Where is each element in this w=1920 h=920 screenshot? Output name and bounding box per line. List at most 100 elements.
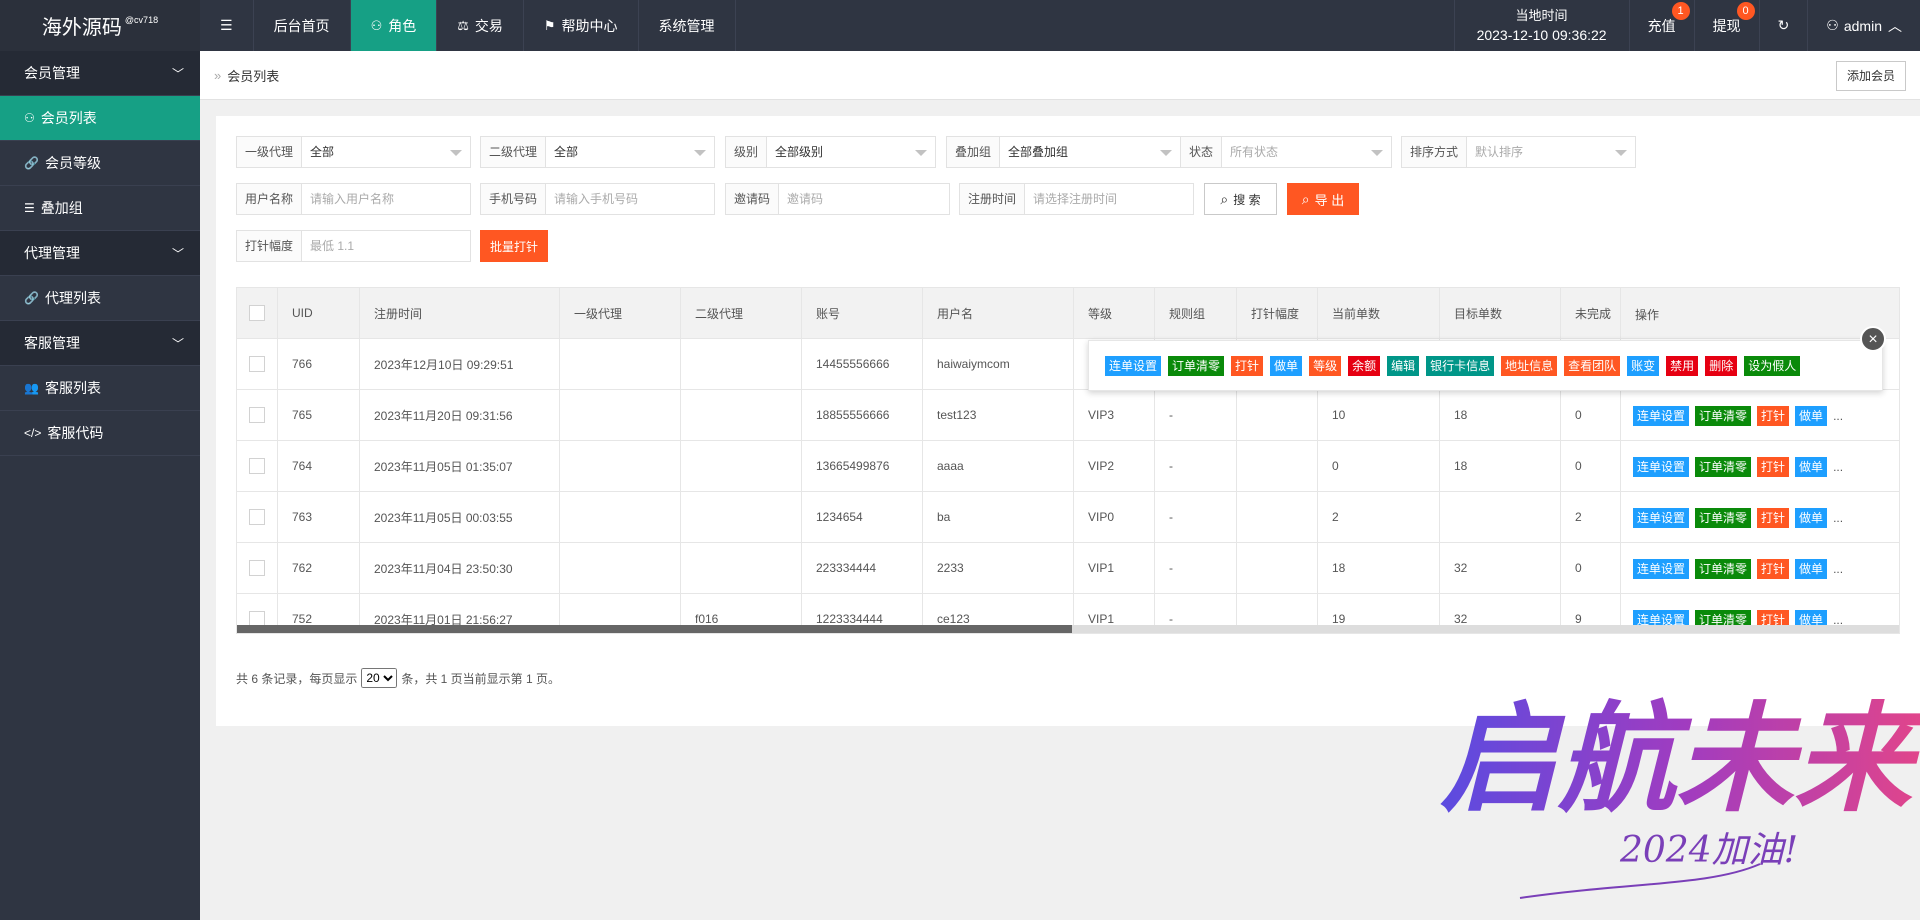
top-nav-home[interactable]: 后台首页 (254, 0, 351, 51)
watermark-main-text: 启航未来 (1440, 689, 1920, 828)
popup-op-button[interactable]: 余额 (1348, 356, 1381, 376)
popup-op-button[interactable]: 打针 (1231, 356, 1264, 376)
batch-needle-button[interactable]: 批量打针 (480, 230, 548, 262)
phone-input[interactable] (554, 184, 706, 214)
op-button[interactable]: 做单 (1795, 406, 1828, 426)
more-ops-button[interactable]: ... (1833, 409, 1843, 423)
recharge-button[interactable]: 充值 1 (1628, 0, 1694, 51)
op-button[interactable]: 订单清零 (1695, 406, 1752, 426)
sidebar-item-member-list[interactable]: ⚇ 会员列表 (0, 96, 200, 141)
popup-op-button[interactable]: 银行卡信息 (1426, 356, 1495, 376)
row-ops: 连单设置 订单清零 打针 做单... (1633, 508, 1843, 528)
add-member-button[interactable]: 添加会员 (1835, 61, 1906, 91)
header-username: 用户名 (923, 288, 1074, 338)
header-agent2: 二级代理 (681, 288, 802, 338)
popup-op-button[interactable]: 等级 (1309, 356, 1342, 376)
row-checkbox[interactable] (249, 458, 265, 474)
row-checkbox[interactable] (249, 356, 265, 372)
watermark-sub-text: 2024加油! (1619, 830, 1798, 871)
logo-sup: @cv718 (124, 14, 159, 25)
sidebar-group-member[interactable]: 会员管理 ﹀ (0, 51, 200, 96)
regtime-input[interactable] (1033, 184, 1185, 214)
op-button[interactable]: 做单 (1795, 508, 1828, 528)
popup-op-button[interactable]: 禁用 (1666, 356, 1699, 376)
username-input[interactable] (310, 184, 462, 214)
field-value: 全部叠加组 (1008, 145, 1069, 159)
op-button[interactable]: 连单设置 (1633, 406, 1690, 426)
popup-op-button[interactable]: 做单 (1270, 356, 1303, 376)
sidebar-group-label: 客服管理 (24, 335, 80, 351)
username-field: 用户名称 (236, 183, 471, 215)
popup-op-button[interactable]: 编辑 (1387, 356, 1420, 376)
row-checkbox[interactable] (249, 509, 265, 525)
header-regtime: 注册时间 (360, 288, 560, 338)
level-select[interactable]: 级别 全部级别 (725, 136, 936, 168)
field-label: 手机号码 (481, 184, 547, 214)
sort-select[interactable]: 排序方式 默认排序 (1401, 136, 1636, 168)
row-checkbox[interactable] (249, 560, 265, 576)
page-size-select[interactable]: 20 (361, 668, 398, 688)
sidebar-item-service-code[interactable]: </> 客服代码 (0, 411, 200, 456)
needle-input[interactable] (310, 231, 462, 261)
sidebar-group-agent[interactable]: 代理管理 ﹀ (0, 231, 200, 276)
op-button[interactable]: 连单设置 (1633, 508, 1690, 528)
popup-op-button[interactable]: 连单设置 (1105, 356, 1162, 376)
field-value: 全部级别 (775, 145, 824, 159)
more-ops-button[interactable]: ... (1833, 460, 1843, 474)
status-select[interactable]: 状态 所有状态 (1180, 136, 1392, 168)
popup-op-button[interactable]: 查看团队 (1564, 356, 1621, 376)
row-checkbox-cell (237, 543, 278, 593)
op-button[interactable]: 打针 (1757, 508, 1790, 528)
popup-op-button[interactable]: 订单清零 (1168, 356, 1225, 376)
row-checkbox-cell (237, 441, 278, 491)
op-button[interactable]: 连单设置 (1633, 457, 1690, 477)
more-ops-button[interactable]: ... (1833, 511, 1843, 525)
sidebar-item-service-list[interactable]: 👥 客服列表 (0, 366, 200, 411)
op-button[interactable]: 连单设置 (1633, 559, 1690, 579)
cell-uid: 765 (278, 390, 360, 440)
agent2-select[interactable]: 二级代理 全部 (480, 136, 715, 168)
popup-op-button[interactable]: 地址信息 (1501, 356, 1558, 376)
app-logo[interactable]: 海外源码 @cv718 (0, 0, 200, 51)
list-icon: ☰ (24, 201, 35, 215)
search-label: 搜 索 (1233, 192, 1261, 207)
refresh-button[interactable]: ↻ (1758, 0, 1808, 51)
cell-name: aaaa (923, 441, 1074, 491)
op-button[interactable]: 订单清零 (1695, 559, 1752, 579)
popup-op-button[interactable]: 设为假人 (1744, 356, 1801, 376)
agent1-select[interactable]: 一级代理 全部 (236, 136, 471, 168)
close-icon[interactable]: × (1860, 326, 1886, 352)
cell-a2 (681, 543, 802, 593)
sidebar-group-service[interactable]: 客服管理 ﹀ (0, 321, 200, 366)
op-button[interactable]: 订单清零 (1695, 457, 1752, 477)
popup-op-button[interactable]: 账变 (1627, 356, 1660, 376)
op-button[interactable]: 做单 (1795, 559, 1828, 579)
op-button[interactable]: 做单 (1795, 457, 1828, 477)
op-button[interactable]: 订单清零 (1695, 508, 1752, 528)
top-nav-trade[interactable]: ⚖ 交易 (437, 0, 524, 51)
export-button[interactable]: ⌕ 导 出 (1287, 183, 1359, 215)
sidebar-item-overlay-group[interactable]: ☰ 叠加组 (0, 186, 200, 231)
popup-op-button[interactable]: 删除 (1705, 356, 1738, 376)
sidebar-item-member-level[interactable]: 🔗 会员等级 (0, 141, 200, 186)
op-button[interactable]: 打针 (1757, 457, 1790, 477)
scrollbar-thumb[interactable] (237, 625, 1072, 633)
top-nav-role[interactable]: ⚇ 角色 (350, 0, 438, 51)
search-button[interactable]: ⌕ 搜 索 (1204, 183, 1277, 215)
top-nav-system[interactable]: 系统管理 (639, 0, 736, 51)
invite-input[interactable] (787, 184, 941, 214)
op-button[interactable]: 打针 (1757, 406, 1790, 426)
horizontal-scrollbar[interactable] (237, 625, 1899, 633)
withdraw-button[interactable]: 提现 0 (1693, 0, 1759, 51)
menu-toggle-button[interactable]: ☰ (200, 0, 254, 51)
group-select[interactable]: 叠加组 全部叠加组 (946, 136, 1181, 168)
op-button[interactable]: 打针 (1757, 559, 1790, 579)
row-checkbox[interactable] (249, 407, 265, 423)
header-agent1: 一级代理 (560, 288, 681, 338)
more-ops-button[interactable]: ... (1833, 562, 1843, 576)
sidebar-item-agent-list[interactable]: 🔗 代理列表 (0, 276, 200, 321)
top-nav-help[interactable]: ⚑ 帮助中心 (524, 0, 639, 51)
user-menu[interactable]: ⚇ admin ︿ (1807, 0, 1920, 51)
select-all-checkbox[interactable] (249, 305, 265, 321)
search-icon: ⌕ (1220, 190, 1229, 207)
